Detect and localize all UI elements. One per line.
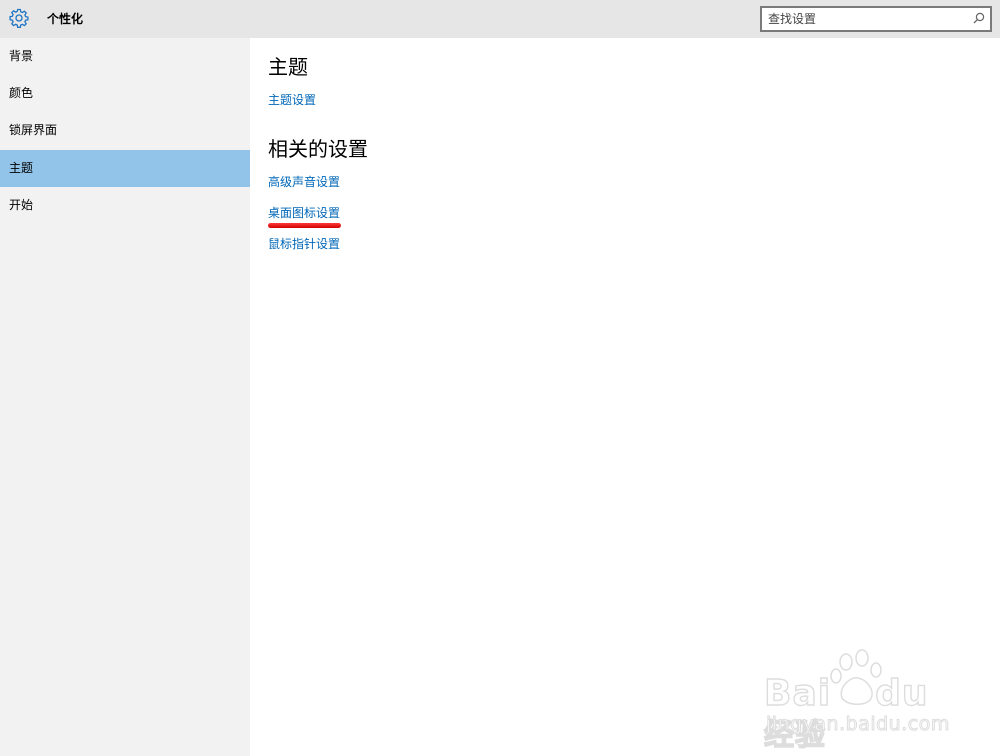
search-input[interactable]: [768, 10, 964, 28]
theme-settings-link[interactable]: 主题设置: [268, 91, 316, 109]
sidebar-item-lock-screen[interactable]: 锁屏界面: [0, 112, 250, 149]
search-box[interactable]: [760, 6, 992, 32]
sidebar-item-label: 背景: [9, 49, 34, 63]
sidebar-item-background[interactable]: 背景: [0, 38, 250, 75]
search-icon[interactable]: [972, 11, 986, 25]
logo-text: Bai: [763, 673, 832, 714]
sidebar-item-label: 锁屏界面: [9, 123, 58, 137]
desktop-icon-settings-link[interactable]: 桌面图标设置: [268, 204, 340, 222]
logo-text-2: du: [874, 673, 929, 714]
mouse-pointer-settings-link[interactable]: 鼠标指针设置: [268, 235, 340, 253]
sidebar-item-colors[interactable]: 颜色: [0, 75, 250, 112]
red-underline-annotation: [268, 223, 341, 228]
title-bar: 个性化: [0, 0, 1000, 38]
sidebar-nav: 背景 颜色 锁屏界面 主题 开始: [0, 38, 250, 756]
sidebar-item-start[interactable]: 开始: [0, 187, 250, 224]
gear-icon[interactable]: [9, 8, 29, 28]
sidebar-item-label: 开始: [9, 198, 34, 212]
sidebar-item-label: 颜色: [9, 86, 34, 100]
baidu-watermark: Bai du经验 jingyan.baidu.com: [762, 648, 952, 754]
watermark-url: jingyan.baidu.com: [766, 713, 950, 736]
section-title: 主题: [268, 55, 308, 79]
related-settings-title: 相关的设置: [268, 137, 368, 161]
advanced-sound-settings-link[interactable]: 高级声音设置: [268, 173, 340, 191]
app-title: 个性化: [47, 12, 84, 26]
sidebar-item-label: 主题: [9, 161, 34, 175]
sidebar-item-themes[interactable]: 主题: [0, 150, 250, 187]
